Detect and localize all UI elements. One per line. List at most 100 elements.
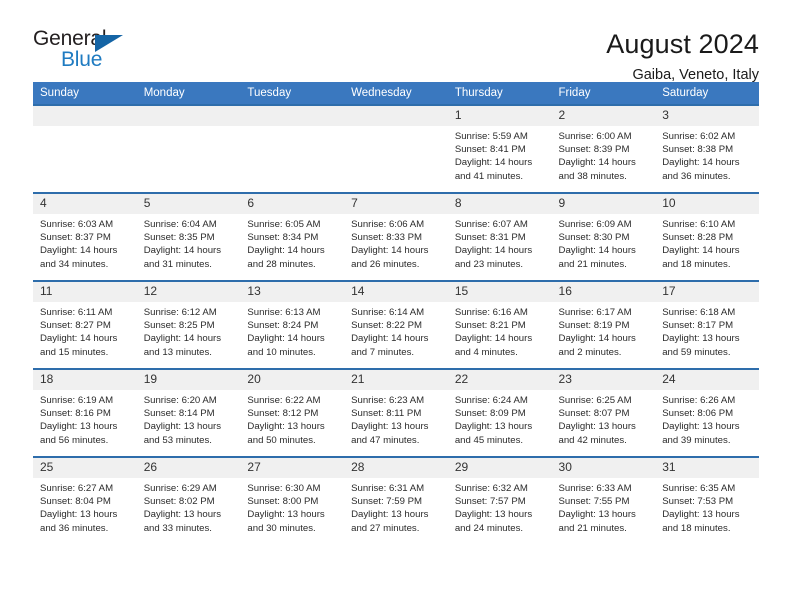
sunrise-text: Sunrise: 6:31 AM: [351, 483, 425, 494]
calendar-day-cell[interactable]: 23 Sunrise: 6:25 AM Sunset: 8:07 PM Dayligh…: [551, 368, 656, 457]
sunset-text: Sunset: 8:34 PM: [247, 232, 319, 244]
calendar-day-cell[interactable]: 3 Sunrise: 6:02 AM Sunset: 8:38 PM Daylight…: [655, 104, 759, 193]
sunrise-text: Sunrise: 6:33 AM: [558, 483, 632, 494]
daylight-text-line1: Daylight: 13 hours: [351, 421, 429, 433]
weekday-header-sunday: Sunday: [33, 82, 137, 105]
triangle-icon: [95, 35, 123, 52]
calendar-day-cell[interactable]: 29 Sunrise: 6:32 AM Sunset: 7:57 PM Dayligh…: [447, 456, 552, 545]
sunrise-text: Sunrise: 6:06 AM: [351, 219, 425, 230]
day-number: 14: [344, 282, 448, 302]
daylight-text-line2: and 47 minutes.: [351, 434, 420, 446]
day-number: 22: [447, 370, 552, 390]
calendar-week-row: 4 Sunrise: 6:03 AM Sunset: 8:37 PM Daylight…: [33, 192, 759, 281]
daylight-text-line1: Daylight: 13 hours: [247, 509, 325, 521]
sunrise-text: Sunrise: 6:17 AM: [558, 307, 632, 318]
calendar-day-cell[interactable]: 24 Sunrise: 6:26 AM Sunset: 8:06 PM Dayligh…: [655, 368, 759, 457]
daylight-text-line2: and 21 minutes.: [558, 258, 627, 270]
calendar-day-cell[interactable]: 5 Sunrise: 6:04 AM Sunset: 8:35 PM Daylight…: [136, 192, 241, 281]
sunrise-text: Sunrise: 6:16 AM: [454, 307, 528, 318]
sunset-text: Sunset: 8:04 PM: [40, 496, 111, 508]
daylight-text-line1: Daylight: 14 hours: [662, 157, 740, 169]
day-number: 8: [447, 194, 552, 214]
sunrise-text: Sunrise: 6:04 AM: [143, 219, 217, 230]
location-subtitle: Gaiba, Veneto, Italy: [632, 67, 759, 83]
day-details: Sunrise: 6:23 AM Sunset: 8:11 PM Daylight:…: [344, 390, 448, 447]
daylight-text-line1: Daylight: 14 hours: [454, 245, 533, 257]
calendar-day-cell[interactable]: 16 Sunrise: 6:17 AM Sunset: 8:19 PM Dayligh…: [551, 280, 656, 369]
daylight-text-line2: and 56 minutes.: [40, 434, 109, 446]
daylight-text-line2: and 41 minutes.: [454, 170, 524, 182]
day-number: [136, 106, 241, 126]
sunset-text: Sunset: 8:25 PM: [143, 320, 215, 332]
sunrise-text: Sunrise: 6:18 AM: [662, 307, 736, 318]
sunrise-text: Sunrise: 6:02 AM: [662, 131, 736, 142]
daylight-text-line1: Daylight: 14 hours: [558, 333, 636, 345]
daylight-text-line1: Daylight: 14 hours: [40, 245, 118, 257]
daylight-text-line2: and 31 minutes.: [143, 258, 212, 270]
sunrise-text: Sunrise: 6:32 AM: [454, 483, 528, 494]
calendar-day-cell[interactable]: 8 Sunrise: 6:07 AM Sunset: 8:31 PM Daylight…: [447, 192, 552, 281]
logo-text-general: General: [33, 27, 107, 50]
daylight-text-line2: and 36 minutes.: [40, 522, 109, 534]
day-number: [33, 106, 137, 126]
calendar-day-cell[interactable]: 7 Sunrise: 6:06 AM Sunset: 8:33 PM Daylight…: [344, 192, 448, 281]
sunrise-text: Sunrise: 6:11 AM: [40, 307, 113, 318]
day-number: 29: [447, 458, 552, 478]
calendar-day-cell[interactable]: 19 Sunrise: 6:20 AM Sunset: 8:14 PM Dayligh…: [136, 368, 241, 457]
calendar-body: 1 Sunrise: 5:59 AM Sunset: 8:41 PM Daylight…: [33, 104, 759, 545]
daylight-text-line1: Daylight: 13 hours: [143, 509, 222, 521]
sunset-text: Sunset: 8:28 PM: [662, 232, 734, 244]
calendar-day-cell[interactable]: 1 Sunrise: 5:59 AM Sunset: 8:41 PM Daylight…: [447, 104, 552, 193]
daylight-text-line2: and 50 minutes.: [247, 434, 316, 446]
sunrise-text: Sunrise: 6:35 AM: [662, 483, 736, 494]
calendar-day-cell[interactable]: 26 Sunrise: 6:29 AM Sunset: 8:02 PM Dayligh…: [136, 456, 241, 545]
sunset-text: Sunset: 8:24 PM: [247, 320, 319, 332]
daylight-text-line2: and 18 minutes.: [662, 258, 731, 270]
calendar-day-cell[interactable]: 6 Sunrise: 6:05 AM Sunset: 8:34 PM Daylight…: [240, 192, 345, 281]
calendar-day-cell[interactable]: 17 Sunrise: 6:18 AM Sunset: 8:17 PM Dayligh…: [655, 280, 759, 369]
daylight-text-line2: and 33 minutes.: [143, 522, 212, 534]
calendar-day-cell[interactable]: 31 Sunrise: 6:35 AM Sunset: 7:53 PM Dayligh…: [655, 456, 759, 545]
day-number: 10: [655, 194, 759, 214]
daylight-text-line2: and 34 minutes.: [40, 258, 109, 270]
sunset-text: Sunset: 8:17 PM: [662, 320, 734, 332]
calendar-day-cell[interactable]: 9 Sunrise: 6:09 AM Sunset: 8:30 PM Daylight…: [551, 192, 656, 281]
daylight-text-line1: Daylight: 13 hours: [247, 421, 325, 433]
calendar-day-cell[interactable]: 14 Sunrise: 6:14 AM Sunset: 8:22 PM Dayligh…: [344, 280, 448, 369]
daylight-text-line1: Daylight: 14 hours: [143, 245, 222, 257]
logo-text-blue: Blue: [61, 48, 103, 71]
sunrise-text: Sunrise: 6:30 AM: [247, 483, 321, 494]
sunset-text: Sunset: 8:33 PM: [351, 232, 423, 244]
day-details: Sunrise: 6:09 AM Sunset: 8:30 PM Daylight:…: [552, 214, 656, 271]
day-details: Sunrise: 6:02 AM Sunset: 8:38 PM Daylight:…: [655, 126, 759, 183]
daylight-text-line2: and 18 minutes.: [662, 522, 731, 534]
calendar-day-cell[interactable]: 21 Sunrise: 6:23 AM Sunset: 8:11 PM Dayligh…: [344, 368, 448, 457]
calendar-day-cell[interactable]: 2 Sunrise: 6:00 AM Sunset: 8:39 PM Daylight…: [551, 104, 656, 193]
calendar-day-cell[interactable]: 10 Sunrise: 6:10 AM Sunset: 8:28 PM Dayligh…: [655, 192, 759, 281]
calendar-day-cell[interactable]: 11 Sunrise: 6:11 AM Sunset: 8:27 PM Dayligh…: [33, 280, 137, 369]
page-header: General Blue August 2024 Gaiba, Veneto, …: [33, 0, 759, 84]
calendar-day-cell[interactable]: 27 Sunrise: 6:30 AM Sunset: 8:00 PM Dayligh…: [240, 456, 345, 545]
day-details: Sunrise: 6:20 AM Sunset: 8:14 PM Daylight:…: [137, 390, 241, 447]
calendar-day-cell[interactable]: 13 Sunrise: 6:13 AM Sunset: 8:24 PM Dayligh…: [240, 280, 345, 369]
daylight-text-line1: Daylight: 14 hours: [247, 245, 325, 257]
calendar-day-cell[interactable]: 22 Sunrise: 6:24 AM Sunset: 8:09 PM Dayligh…: [447, 368, 552, 457]
sunset-text: Sunset: 8:39 PM: [558, 144, 630, 156]
calendar-day-cell[interactable]: 12 Sunrise: 6:12 AM Sunset: 8:25 PM Dayligh…: [136, 280, 241, 369]
day-details: Sunrise: 6:10 AM Sunset: 8:28 PM Daylight:…: [655, 214, 759, 271]
calendar-day-cell[interactable]: 20 Sunrise: 6:22 AM Sunset: 8:12 PM Dayligh…: [240, 368, 345, 457]
sunrise-text: Sunrise: 6:20 AM: [143, 395, 217, 406]
calendar-day-cell[interactable]: 30 Sunrise: 6:33 AM Sunset: 7:55 PM Dayligh…: [551, 456, 656, 545]
calendar-day-cell[interactable]: 4 Sunrise: 6:03 AM Sunset: 8:37 PM Daylight…: [33, 192, 137, 281]
calendar-day-cell[interactable]: 15 Sunrise: 6:16 AM Sunset: 8:21 PM Dayligh…: [447, 280, 552, 369]
calendar-day-cell[interactable]: 25 Sunrise: 6:27 AM Sunset: 8:04 PM Dayligh…: [33, 456, 137, 545]
sunset-text: Sunset: 7:57 PM: [454, 496, 526, 508]
daylight-text-line1: Daylight: 13 hours: [143, 421, 222, 433]
daylight-text-line1: Daylight: 14 hours: [454, 157, 533, 169]
daylight-text-line1: Daylight: 14 hours: [454, 333, 533, 345]
sunset-text: Sunset: 8:38 PM: [662, 144, 734, 156]
day-details: Sunrise: 6:14 AM Sunset: 8:22 PM Daylight:…: [344, 302, 448, 359]
calendar-day-cell[interactable]: 28 Sunrise: 6:31 AM Sunset: 7:59 PM Dayligh…: [344, 456, 448, 545]
general-blue-logo[interactable]: General Blue: [33, 28, 148, 76]
calendar-day-cell[interactable]: 18 Sunrise: 6:19 AM Sunset: 8:16 PM Dayligh…: [33, 368, 137, 457]
